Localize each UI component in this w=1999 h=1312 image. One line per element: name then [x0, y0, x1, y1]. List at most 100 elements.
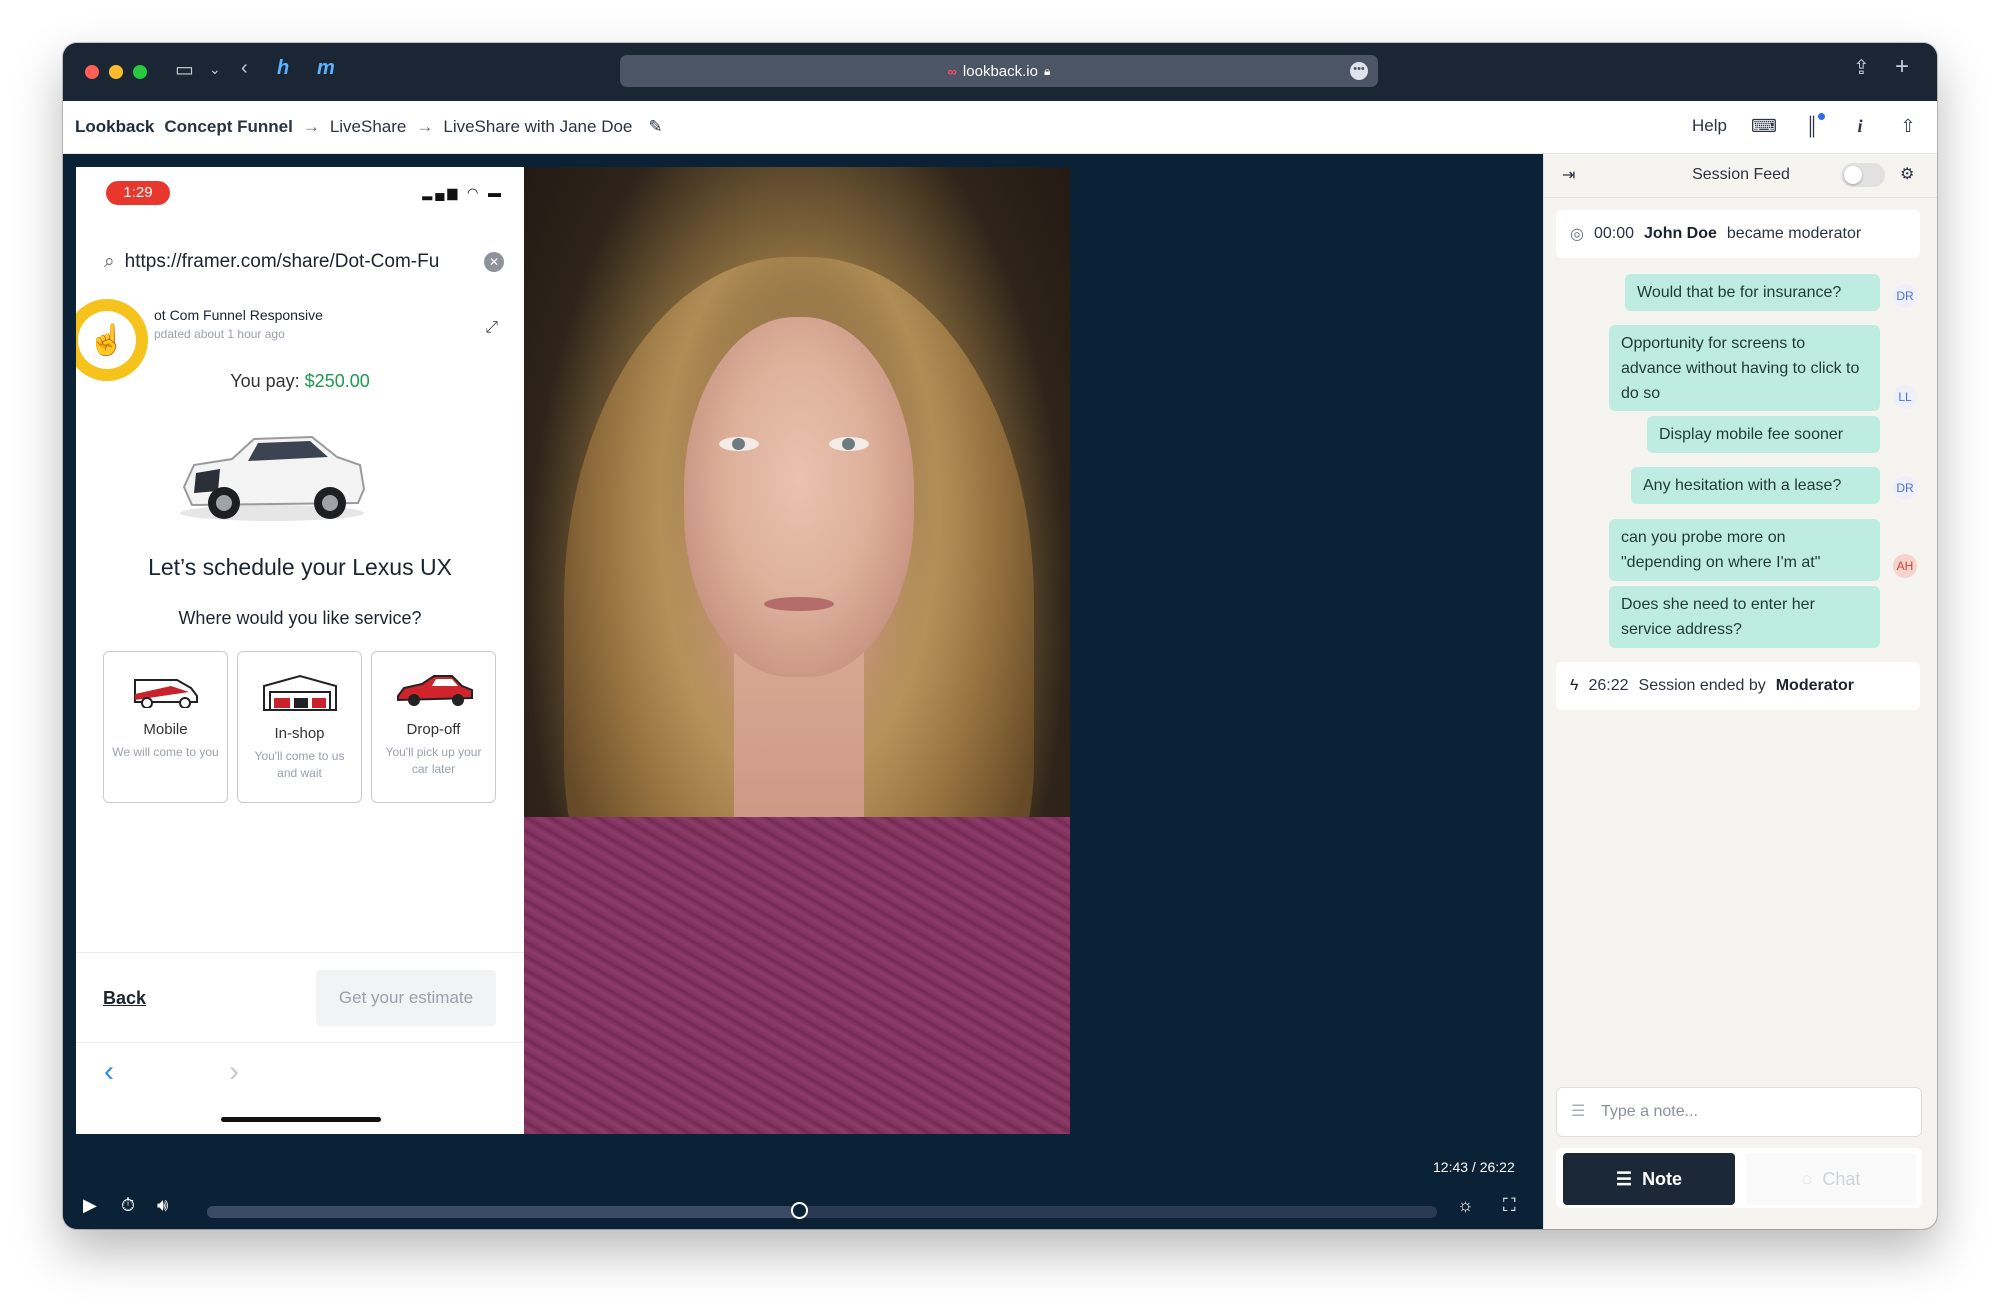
lock-icon: 🔒︎ — [1043, 63, 1051, 78]
audio-levels-icon[interactable]: ║ — [1801, 113, 1825, 137]
play-icon[interactable]: ▶ — [83, 1195, 97, 1216]
van-icon — [133, 679, 198, 709]
camera-mouth — [764, 597, 834, 611]
breadcrumb-item[interactable]: LiveShare — [330, 117, 407, 137]
maximize-window-button[interactable] — [133, 65, 147, 79]
sidebar-toggle-icon[interactable]: ▭ — [175, 57, 194, 82]
signal-wifi-battery-icon: ▂▄▆ ◠ ▬ — [422, 185, 504, 200]
get-estimate-button[interactable]: Get your estimate — [316, 970, 496, 1026]
share-icon[interactable]: ⇪ — [1853, 55, 1870, 80]
back-arrow-icon[interactable]: ‹ — [241, 57, 248, 80]
feed-message[interactable]: Display mobile fee sooner — [1647, 416, 1880, 453]
avatar: AH — [1893, 554, 1917, 578]
avatar: LL — [1893, 385, 1917, 409]
hypothesis-extension-icon[interactable]: h — [277, 57, 289, 80]
event-text: became moderator — [1726, 225, 1862, 242]
service-options: Mobile We will come to you In-shop You'l… — [103, 651, 496, 803]
filter-settings-icon[interactable]: ⚙ — [1900, 164, 1914, 184]
note-tab-label: Note — [1642, 1168, 1683, 1189]
volume-icon[interactable]: 🔊︎ — [157, 1195, 168, 1216]
avatar: DR — [1893, 284, 1917, 308]
export-icon[interactable]: ⇧ — [1897, 115, 1919, 137]
keyboard-icon[interactable]: ⌨ — [1751, 115, 1777, 137]
car-image — [180, 435, 366, 521]
service-question: Where would you like service? — [178, 608, 422, 628]
help-link[interactable]: Help — [1692, 116, 1727, 136]
phone-screen-share: 1:29 ▂▄▆ ◠ ▬ ⌕ https://framer.com/share/… — [76, 167, 524, 1134]
address-bar[interactable]: ∞ lookback.io 🔒︎ ••• — [620, 55, 1378, 87]
breadcrumb-item[interactable]: Concept Funnel — [164, 117, 292, 137]
event-time: 00:00 — [1593, 225, 1635, 242]
lookback-logo-icon: ∞ — [947, 63, 957, 79]
divider — [76, 1042, 524, 1043]
chat-tab-button[interactable]: ◌ Chat — [1746, 1153, 1916, 1205]
feed-message[interactable]: Opportunity for screens to advance witho… — [1609, 325, 1880, 411]
option-description: You'll pick up your car later — [385, 745, 482, 776]
lightning-icon: ϟ — [1570, 677, 1579, 694]
clear-icon[interactable]: ✕ — [484, 252, 504, 272]
fullscreen-icon[interactable]: ⛶ — [1503, 1195, 1516, 1216]
brightness-icon[interactable]: ☼ — [1457, 1195, 1474, 1216]
note-tab-button[interactable]: ☰ Note — [1563, 1153, 1735, 1205]
note-placeholder: Type a note... — [1601, 1103, 1698, 1120]
expand-icon[interactable]: ⤢ — [485, 319, 498, 337]
option-title: In-shop — [274, 725, 325, 742]
divider — [76, 952, 524, 953]
browser-back-icon[interactable]: ‹ — [104, 1055, 114, 1089]
phone-url-bar[interactable]: ⌕ https://framer.com/share/Dot-Com-Fu ✕ — [104, 247, 504, 277]
home-indicator — [221, 1117, 381, 1122]
option-mobile[interactable]: Mobile We will come to you — [103, 651, 228, 803]
option-drop-off[interactable]: Drop-off You'll pick up your car later — [371, 651, 496, 803]
progress-track[interactable] — [207, 1206, 1437, 1218]
chevron-down-icon[interactable]: ⌄ — [209, 61, 221, 78]
phone-status-bar: 1:29 ▂▄▆ ◠ ▬ — [76, 167, 524, 217]
close-window-button[interactable] — [85, 65, 99, 79]
notification-dot — [1818, 113, 1825, 120]
panel-header: ⇥ Session Feed ⚙ — [1544, 154, 1937, 198]
edit-pencil-icon[interactable]: ✎ — [648, 117, 662, 137]
brand-logo[interactable]: Lookback — [75, 117, 154, 137]
arrow-right-icon: → — [416, 117, 434, 136]
project-header: ot Com Funnel Responsive pdated about 1 … — [154, 307, 323, 341]
price-amount: $250.00 — [304, 371, 370, 391]
playback-time: 12:43 / 26:22 — [1433, 1159, 1515, 1175]
avatar: DR — [1893, 476, 1917, 500]
browser-toolbar: ▭ ⌄ ‹ h m ∞ lookback.io 🔒︎ ••• ⇪ + — [63, 43, 1937, 101]
feed-message[interactable]: can you probe more on "depending on wher… — [1609, 519, 1880, 581]
more-options-icon[interactable]: ••• — [1350, 62, 1368, 80]
chat-bubble-icon: ◌ — [1801, 1168, 1813, 1189]
new-tab-icon[interactable]: + — [1895, 53, 1909, 81]
project-updated: pdated about 1 hour ago — [154, 327, 285, 341]
chat-tab-label: Chat — [1822, 1168, 1861, 1189]
feed-message[interactable]: Any hesitation with a lease? — [1631, 467, 1880, 504]
event-person: John Doe — [1644, 225, 1717, 242]
feed-message[interactable]: Does she need to enter her service addre… — [1609, 586, 1880, 648]
camera-eye — [719, 437, 759, 451]
moderator-target-icon: ◎ — [1570, 226, 1584, 243]
minimize-window-button[interactable] — [109, 65, 123, 79]
note-input[interactable]: ☰ Type a note... — [1556, 1087, 1922, 1137]
option-title: Drop-off — [406, 721, 461, 738]
option-description: You'll come to us and wait — [254, 749, 345, 780]
option-in-shop[interactable]: In-shop You'll come to us and wait — [237, 651, 362, 803]
composer-tabs: ☰ Note ◌ Chat — [1556, 1148, 1922, 1208]
progress-fill — [207, 1206, 800, 1218]
call-time-pill: 1:29 — [106, 181, 170, 205]
event-person: Moderator — [1775, 677, 1854, 694]
back-link[interactable]: Back — [103, 988, 146, 1009]
scrubber-handle[interactable] — [790, 1202, 808, 1219]
app-header: Lookback Concept Funnel → LiveShare → Li… — [63, 101, 1937, 154]
browser-forward-icon[interactable]: › — [229, 1055, 239, 1089]
camera-eye — [829, 437, 869, 451]
recording-stage: 1:29 ▂▄▆ ◠ ▬ ⌕ https://framer.com/share/… — [63, 154, 1543, 1229]
camera-shirt — [524, 817, 1070, 1134]
feed-message[interactable]: Would that be for insurance? — [1625, 274, 1880, 311]
moderator-event: ◎ 00:00 John Doe became moderator — [1556, 210, 1920, 258]
stopwatch-icon[interactable]: ⏱ — [121, 1195, 135, 1216]
feed-toggle[interactable] — [1841, 163, 1885, 187]
window-controls — [85, 65, 147, 79]
m-extension-icon[interactable]: m — [317, 57, 335, 80]
info-icon[interactable]: i — [1849, 115, 1871, 137]
header-actions: Help ⌨ ║ i ⇧ — [1692, 113, 1919, 137]
arrow-right-icon: → — [302, 117, 320, 136]
